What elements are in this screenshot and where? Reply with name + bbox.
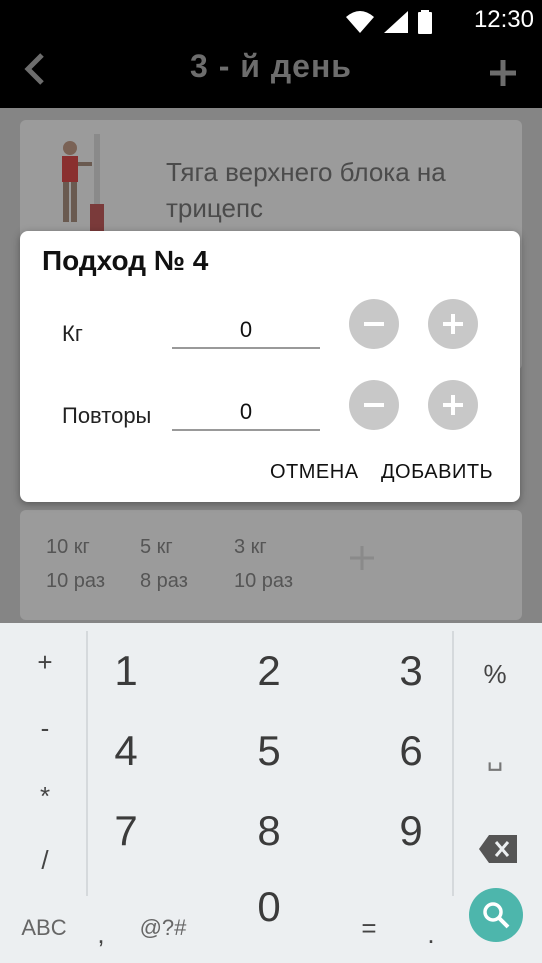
backspace-icon bbox=[479, 835, 517, 863]
sets-list: 10 кг 10 раз 5 кг 8 раз 3 кг 10 раз bbox=[46, 530, 376, 598]
key-plus[interactable]: + bbox=[20, 647, 70, 678]
key-percent[interactable]: % bbox=[470, 659, 520, 690]
reps-increment-button[interactable] bbox=[428, 380, 478, 430]
set-weight: 3 кг bbox=[234, 536, 267, 558]
plus-icon bbox=[490, 60, 516, 86]
status-icons bbox=[346, 10, 432, 34]
add-button[interactable] bbox=[488, 44, 518, 99]
set-reps: 10 раз bbox=[46, 570, 105, 592]
plus-icon bbox=[443, 314, 463, 334]
weight-input[interactable]: 0 bbox=[172, 317, 320, 349]
confirm-add-button[interactable]: ДОБАВИТЬ bbox=[381, 461, 493, 484]
search-action-button[interactable] bbox=[469, 888, 523, 942]
weight-increment-button[interactable] bbox=[428, 299, 478, 349]
add-set-button[interactable] bbox=[328, 542, 376, 598]
exercise-image bbox=[62, 134, 104, 242]
reps-input[interactable]: 0 bbox=[172, 399, 320, 431]
key-5[interactable]: 5 bbox=[224, 727, 314, 775]
exercise-title: Тяга верхнего блока на трицепс bbox=[166, 157, 446, 223]
wifi-icon bbox=[346, 11, 374, 33]
key-divide[interactable]: / bbox=[20, 845, 70, 876]
key-abc[interactable]: ABC bbox=[16, 915, 72, 941]
key-3[interactable]: 3 bbox=[366, 647, 456, 695]
cancel-button[interactable]: ОТМЕНА bbox=[270, 461, 359, 484]
plus-icon bbox=[443, 395, 463, 415]
reps-label: Повторы bbox=[62, 403, 152, 428]
key-1[interactable]: 1 bbox=[81, 647, 171, 695]
key-comma[interactable]: , bbox=[76, 919, 126, 950]
key-0[interactable]: 0 bbox=[224, 883, 314, 931]
weight-decrement-button[interactable] bbox=[349, 299, 399, 349]
key-equals[interactable]: = bbox=[344, 913, 394, 944]
reps-decrement-button[interactable] bbox=[349, 380, 399, 430]
battery-icon bbox=[418, 10, 432, 34]
key-symbols[interactable]: @?# bbox=[136, 915, 190, 941]
key-dot[interactable]: . bbox=[406, 919, 456, 950]
set-item[interactable]: 10 кг 10 раз bbox=[46, 530, 118, 598]
set-item[interactable]: 3 кг 10 раз bbox=[234, 530, 306, 598]
add-set-dialog: Подход № 4 Кг 0 Повторы 0 ОТМЕНА ДОБАВИТ… bbox=[20, 231, 520, 502]
set-weight: 10 кг bbox=[46, 536, 90, 558]
minus-icon bbox=[364, 403, 384, 407]
key-multiply[interactable]: * bbox=[20, 781, 70, 812]
plus-icon bbox=[350, 546, 374, 570]
weight-label: Кг bbox=[62, 321, 83, 346]
key-2[interactable]: 2 bbox=[224, 647, 314, 695]
key-4[interactable]: 4 bbox=[81, 727, 171, 775]
key-8[interactable]: 8 bbox=[224, 807, 314, 855]
set-weight: 5 кг bbox=[140, 536, 173, 558]
search-icon bbox=[483, 902, 510, 929]
set-item[interactable]: 5 кг 8 раз bbox=[140, 530, 212, 598]
key-7[interactable]: 7 bbox=[81, 807, 171, 855]
status-bar: 12:30 bbox=[0, 0, 542, 42]
minus-icon bbox=[364, 322, 384, 326]
key-9[interactable]: 9 bbox=[366, 807, 456, 855]
key-6[interactable]: 6 bbox=[366, 727, 456, 775]
signal-icon bbox=[384, 11, 408, 33]
set-reps: 8 раз bbox=[140, 570, 188, 592]
set-reps: 10 раз bbox=[234, 570, 293, 592]
numeric-keyboard: + - * / 1 2 3 4 5 6 7 8 9 0 % ␣ ABC , @?… bbox=[0, 623, 542, 963]
key-backspace[interactable] bbox=[476, 835, 520, 868]
sets-card: 10 кг 10 раз 5 кг 8 раз 3 кг 10 раз bbox=[20, 510, 522, 620]
key-minus[interactable]: - bbox=[20, 713, 70, 744]
page-title: 3 - й день bbox=[190, 48, 352, 84]
key-space[interactable]: ␣ bbox=[470, 741, 520, 772]
dialog-title: Подход № 4 bbox=[42, 245, 209, 276]
app-bar: 3 - й день bbox=[0, 42, 542, 108]
clock: 12:30 bbox=[473, 6, 534, 33]
